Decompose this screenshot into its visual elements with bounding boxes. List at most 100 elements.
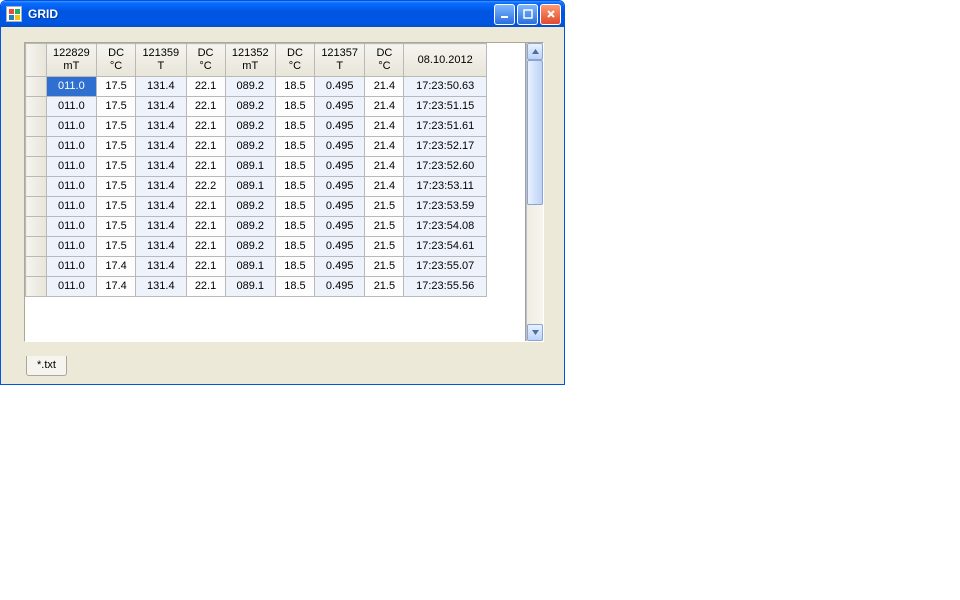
grid-cell[interactable]: 21.4 xyxy=(365,157,404,177)
grid-cell[interactable]: 18.5 xyxy=(275,217,314,237)
grid-corner-cell[interactable] xyxy=(26,44,47,77)
grid-cell[interactable]: 089.1 xyxy=(225,277,275,297)
row-header[interactable] xyxy=(26,97,47,117)
grid-cell[interactable]: 17:23:52.60 xyxy=(404,157,487,177)
grid-cell[interactable]: 17.4 xyxy=(97,277,136,297)
grid-cell[interactable]: 22.1 xyxy=(186,117,225,137)
row-header[interactable] xyxy=(26,257,47,277)
file-tab[interactable]: *.txt xyxy=(26,356,67,376)
table-row[interactable]: 011.017.5131.422.1089.218.50.49521.417:2… xyxy=(26,77,487,97)
grid-cell[interactable]: 21.4 xyxy=(365,97,404,117)
table-row[interactable]: 011.017.4131.422.1089.118.50.49521.517:2… xyxy=(26,277,487,297)
grid-cell[interactable]: 011.0 xyxy=(46,237,96,257)
table-row[interactable]: 011.017.5131.422.1089.218.50.49521.517:2… xyxy=(26,217,487,237)
grid-cell[interactable]: 089.2 xyxy=(225,97,275,117)
row-header[interactable] xyxy=(26,197,47,217)
grid-cell[interactable]: 131.4 xyxy=(136,237,186,257)
grid-cell[interactable]: 089.2 xyxy=(225,217,275,237)
grid-cell[interactable]: 131.4 xyxy=(136,97,186,117)
grid-cell[interactable]: 22.1 xyxy=(186,237,225,257)
grid-cell[interactable]: 17:23:52.17 xyxy=(404,137,487,157)
grid-cell[interactable]: 089.2 xyxy=(225,197,275,217)
column-header[interactable]: 121357 T xyxy=(314,44,364,77)
grid-cell[interactable]: 22.1 xyxy=(186,157,225,177)
grid-cell[interactable]: 17.5 xyxy=(97,77,136,97)
row-header[interactable] xyxy=(26,237,47,257)
grid-cell[interactable]: 089.2 xyxy=(225,137,275,157)
grid-cell[interactable]: 21.5 xyxy=(365,257,404,277)
column-header[interactable]: DC °C xyxy=(365,44,404,77)
table-row[interactable]: 011.017.5131.422.1089.218.50.49521.417:2… xyxy=(26,137,487,157)
column-header[interactable]: 121359 T xyxy=(136,44,186,77)
grid-cell[interactable]: 21.5 xyxy=(365,237,404,257)
row-header[interactable] xyxy=(26,157,47,177)
grid-cell[interactable]: 0.495 xyxy=(314,137,364,157)
grid-cell[interactable]: 011.0 xyxy=(46,157,96,177)
grid-cell[interactable]: 17.5 xyxy=(97,137,136,157)
scroll-track[interactable] xyxy=(527,60,543,324)
grid-cell[interactable]: 17.5 xyxy=(97,197,136,217)
row-header[interactable] xyxy=(26,137,47,157)
table-row[interactable]: 011.017.5131.422.2089.118.50.49521.417:2… xyxy=(26,177,487,197)
close-button[interactable] xyxy=(540,4,561,25)
grid-cell[interactable]: 22.1 xyxy=(186,137,225,157)
grid-cell[interactable]: 0.495 xyxy=(314,237,364,257)
grid-cell[interactable]: 17.4 xyxy=(97,257,136,277)
grid-cell[interactable]: 17:23:51.15 xyxy=(404,97,487,117)
grid-cell[interactable]: 17.5 xyxy=(97,97,136,117)
grid-cell[interactable]: 011.0 xyxy=(46,217,96,237)
table-row[interactable]: 011.017.4131.422.1089.118.50.49521.517:2… xyxy=(26,257,487,277)
grid-cell[interactable]: 18.5 xyxy=(275,97,314,117)
grid-cell[interactable]: 011.0 xyxy=(46,77,96,97)
grid-cell[interactable]: 22.1 xyxy=(186,217,225,237)
grid-cell[interactable]: 22.1 xyxy=(186,97,225,117)
column-header[interactable]: 122829 mT xyxy=(46,44,96,77)
grid-cell[interactable]: 0.495 xyxy=(314,257,364,277)
grid-cell[interactable]: 17.5 xyxy=(97,217,136,237)
grid-cell[interactable]: 17.5 xyxy=(97,117,136,137)
grid-cell[interactable]: 089.1 xyxy=(225,157,275,177)
grid-cell[interactable]: 131.4 xyxy=(136,257,186,277)
minimize-button[interactable] xyxy=(494,4,515,25)
grid-cell[interactable]: 0.495 xyxy=(314,97,364,117)
grid-cell[interactable]: 0.495 xyxy=(314,77,364,97)
grid-cell[interactable]: 131.4 xyxy=(136,137,186,157)
scroll-down-button[interactable] xyxy=(527,324,543,341)
grid-cell[interactable]: 18.5 xyxy=(275,197,314,217)
row-header[interactable] xyxy=(26,77,47,97)
grid-cell[interactable]: 131.4 xyxy=(136,197,186,217)
scroll-up-button[interactable] xyxy=(527,43,543,60)
title-bar[interactable]: GRID xyxy=(1,1,564,27)
column-header[interactable]: DC °C xyxy=(186,44,225,77)
grid-cell[interactable]: 131.4 xyxy=(136,77,186,97)
column-header[interactable]: DC °C xyxy=(275,44,314,77)
table-row[interactable]: 011.017.5131.422.1089.218.50.49521.517:2… xyxy=(26,237,487,257)
grid-cell[interactable]: 17:23:51.61 xyxy=(404,117,487,137)
grid-cell[interactable]: 17:23:54.08 xyxy=(404,217,487,237)
table-row[interactable]: 011.017.5131.422.1089.218.50.49521.417:2… xyxy=(26,117,487,137)
grid-cell[interactable]: 0.495 xyxy=(314,117,364,137)
table-row[interactable]: 011.017.5131.422.1089.118.50.49521.417:2… xyxy=(26,157,487,177)
table-row[interactable]: 011.017.5131.422.1089.218.50.49521.417:2… xyxy=(26,97,487,117)
grid-cell[interactable]: 21.4 xyxy=(365,117,404,137)
grid-cell[interactable]: 18.5 xyxy=(275,237,314,257)
row-header[interactable] xyxy=(26,177,47,197)
table-row[interactable]: 011.017.5131.422.1089.218.50.49521.517:2… xyxy=(26,197,487,217)
grid-cell[interactable]: 0.495 xyxy=(314,197,364,217)
grid-cell[interactable]: 21.4 xyxy=(365,137,404,157)
grid-cell[interactable]: 011.0 xyxy=(46,137,96,157)
maximize-button[interactable] xyxy=(517,4,538,25)
grid-cell[interactable]: 0.495 xyxy=(314,157,364,177)
column-header[interactable]: 121352 mT xyxy=(225,44,275,77)
grid-cell[interactable]: 0.495 xyxy=(314,277,364,297)
grid-cell[interactable]: 17:23:53.59 xyxy=(404,197,487,217)
grid-cell[interactable]: 17:23:54.61 xyxy=(404,237,487,257)
grid-cell[interactable]: 18.5 xyxy=(275,137,314,157)
grid-cell[interactable]: 22.1 xyxy=(186,257,225,277)
grid-cell[interactable]: 089.2 xyxy=(225,117,275,137)
grid-cell[interactable]: 17.5 xyxy=(97,157,136,177)
scroll-thumb[interactable] xyxy=(527,60,543,205)
data-grid[interactable]: 122829 mTDC °C121359 TDC °C121352 mTDC °… xyxy=(25,43,525,341)
grid-cell[interactable]: 22.1 xyxy=(186,277,225,297)
grid-cell[interactable]: 011.0 xyxy=(46,197,96,217)
